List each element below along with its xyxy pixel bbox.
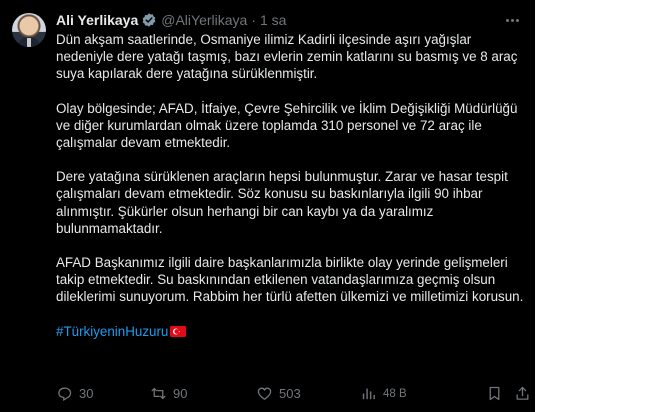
repost-button[interactable]: 90 <box>150 385 187 402</box>
more-icon[interactable] <box>503 12 521 28</box>
views-count: 48 B <box>383 387 407 400</box>
author-handle[interactable]: @AliYerlikaya <box>161 12 247 28</box>
hashtag-link[interactable]: #TürkiyeninHuzuru <box>56 323 168 340</box>
like-icon <box>257 387 272 400</box>
share-icon <box>516 386 529 400</box>
repost-icon <box>151 387 166 400</box>
post-time[interactable]: 1 sa <box>260 12 286 28</box>
bookmark-button[interactable] <box>486 385 503 402</box>
tweet-paragraph-3: Dere yatağına sürüklenen araçların hepsi… <box>56 169 508 236</box>
reply-count: 30 <box>79 386 94 401</box>
tweet-text: Dün akşam saatlerinde, Osmaniye ilimiz K… <box>56 31 524 340</box>
views-button[interactable]: 48 B <box>360 385 407 402</box>
share-button[interactable] <box>514 385 531 402</box>
avatar-tie <box>27 38 31 47</box>
turkey-flag-icon <box>170 325 187 337</box>
like-button[interactable]: 503 <box>256 385 301 402</box>
tweet-paragraph-4: AFAD Başkanımız ilgili daire başkanlarım… <box>56 255 524 305</box>
avatar[interactable] <box>12 13 46 47</box>
header-separator: · <box>251 12 256 28</box>
action-bar: 30 90 503 48 B <box>56 385 529 403</box>
like-count: 503 <box>279 386 301 401</box>
reply-icon <box>58 387 72 402</box>
hashtag-line: #TürkiyeninHuzuru <box>56 323 524 340</box>
views-icon <box>362 388 375 400</box>
tweet-paragraph-2: Olay bölgesinde; AFAD, İtfaiye, Çevre Şe… <box>56 100 518 151</box>
reply-button[interactable]: 30 <box>56 385 93 402</box>
verified-badge-icon[interactable] <box>141 12 157 28</box>
author-name[interactable]: Ali Yerlikaya <box>56 12 138 28</box>
tweet-card[interactable]: Ali Yerlikaya @AliYerlikaya · 1 sa Dün a… <box>0 0 535 412</box>
repost-count: 90 <box>173 386 188 401</box>
tweet-header: Ali Yerlikaya @AliYerlikaya · 1 sa <box>56 10 286 30</box>
bookmark-icon <box>489 386 500 401</box>
tweet-paragraph-1: Dün akşam saatlerinde, Osmaniye ilimiz K… <box>56 32 518 82</box>
